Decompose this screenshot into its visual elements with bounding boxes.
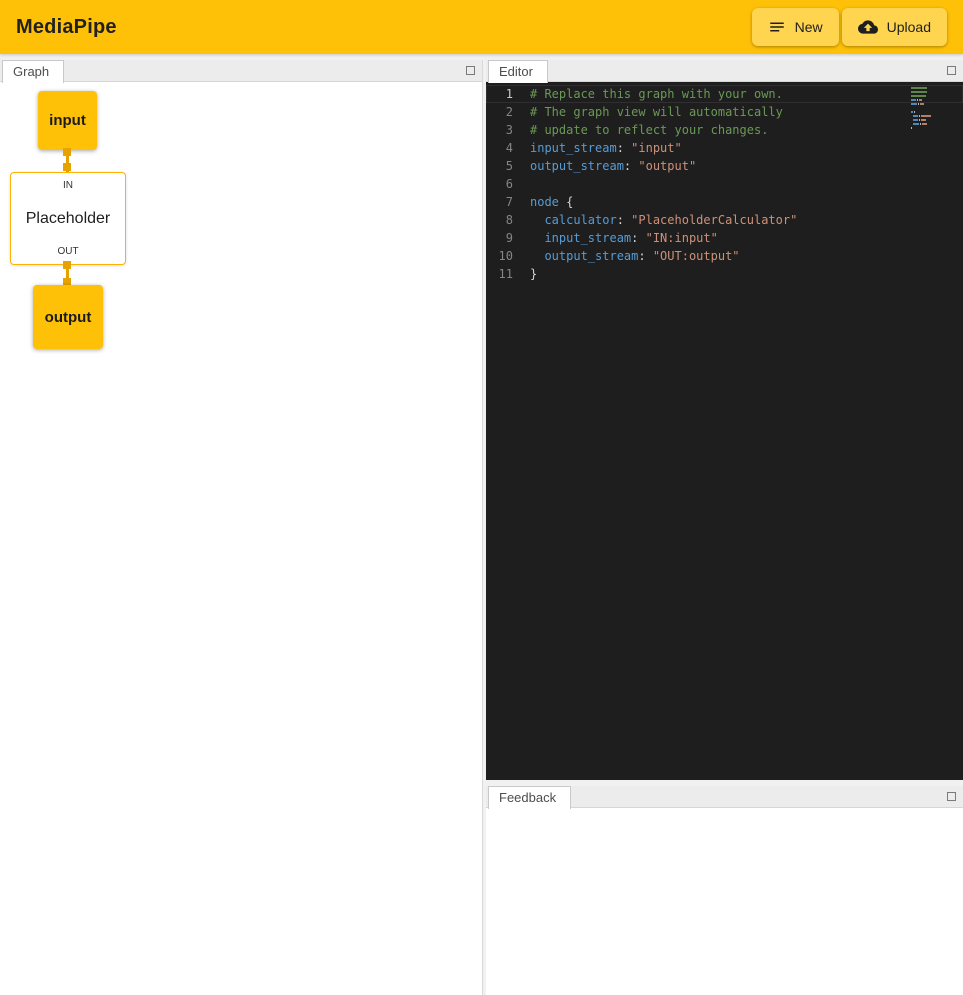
cloud-upload-icon [858,17,878,37]
header-actions: New Upload [752,8,947,46]
code-line: 9 input_stream: "IN:input" [486,229,963,247]
minimap-line [911,87,947,89]
graph-panel: Graph input IN Placeholder OUT output [0,60,483,995]
minimap-line [911,119,947,121]
app-title: MediaPipe [16,16,117,39]
minimap[interactable] [911,87,947,129]
feedback-panel-header: Feedback [486,786,963,808]
tab-editor[interactable]: Editor [488,60,548,83]
code-line: 1# Replace this graph with your own. [486,85,963,103]
new-button-label: New [795,19,823,35]
graph-panel-header: Graph [0,60,482,82]
line-number: 11 [486,265,530,283]
app-header: MediaPipe New Upload [0,0,963,54]
graph-canvas[interactable]: input IN Placeholder OUT output [0,82,482,995]
minimap-line [911,123,947,125]
minimap-line [911,127,947,129]
line-number: 9 [486,229,530,247]
menu-lines-icon [768,18,786,36]
line-number: 5 [486,157,530,175]
line-number: 10 [486,247,530,265]
minimap-line [911,103,947,105]
graph-node-output[interactable]: output [33,285,103,349]
placeholder-node-label: Placeholder [11,210,125,228]
maximize-icon[interactable] [947,66,956,75]
code-line: 5output_stream: "output" [486,157,963,175]
input-port-icon [63,163,71,171]
line-number: 3 [486,121,530,139]
minimap-line [911,107,947,109]
new-button[interactable]: New [752,8,839,46]
tab-feedback[interactable]: Feedback [488,786,571,809]
code-line: 6 [486,175,963,193]
line-number: 2 [486,103,530,121]
code-line: 4input_stream: "input" [486,139,963,157]
upload-button[interactable]: Upload [842,8,947,46]
placeholder-out-port-label: OUT [11,246,125,257]
tab-editor-label: Editor [499,64,533,79]
line-number: 8 [486,211,530,229]
maximize-icon[interactable] [947,792,956,801]
code-line: 8 calculator: "PlaceholderCalculator" [486,211,963,229]
code-editor[interactable]: 1# Replace this graph with your own.2# T… [486,82,963,780]
code-line: 11} [486,265,963,283]
maximize-icon[interactable] [466,66,475,75]
minimap-line [911,111,947,113]
mediapipe-visualizer: MediaPipe New Upload Graph i [0,0,963,995]
tab-graph[interactable]: Graph [2,60,64,83]
output-port-icon [63,261,71,269]
upload-button-label: Upload [887,19,931,35]
output-port-icon [63,148,71,156]
feedback-panel: Feedback [486,786,963,995]
line-number: 7 [486,193,530,211]
tab-feedback-label: Feedback [499,790,556,805]
minimap-line [911,95,947,97]
placeholder-in-port-label: IN [11,180,125,191]
line-number: 6 [486,175,530,193]
line-number: 1 [486,85,530,103]
minimap-line [911,115,947,117]
tab-graph-label: Graph [13,64,49,79]
line-number: 4 [486,139,530,157]
minimap-line [911,99,947,101]
code-line: 2# The graph view will automatically [486,103,963,121]
graph-node-input[interactable]: input [38,91,97,150]
code-line: 10 output_stream: "OUT:output" [486,247,963,265]
graph-node-placeholder[interactable]: IN Placeholder OUT [10,172,126,265]
editor-panel-header: Editor [486,60,963,82]
feedback-content [486,808,963,995]
code-lines: 1# Replace this graph with your own.2# T… [486,85,963,283]
minimap-line [911,91,947,93]
code-line: 3# update to reflect your changes. [486,121,963,139]
editor-panel: Editor 1# Replace this graph with your o… [486,60,963,780]
code-line: 7node { [486,193,963,211]
